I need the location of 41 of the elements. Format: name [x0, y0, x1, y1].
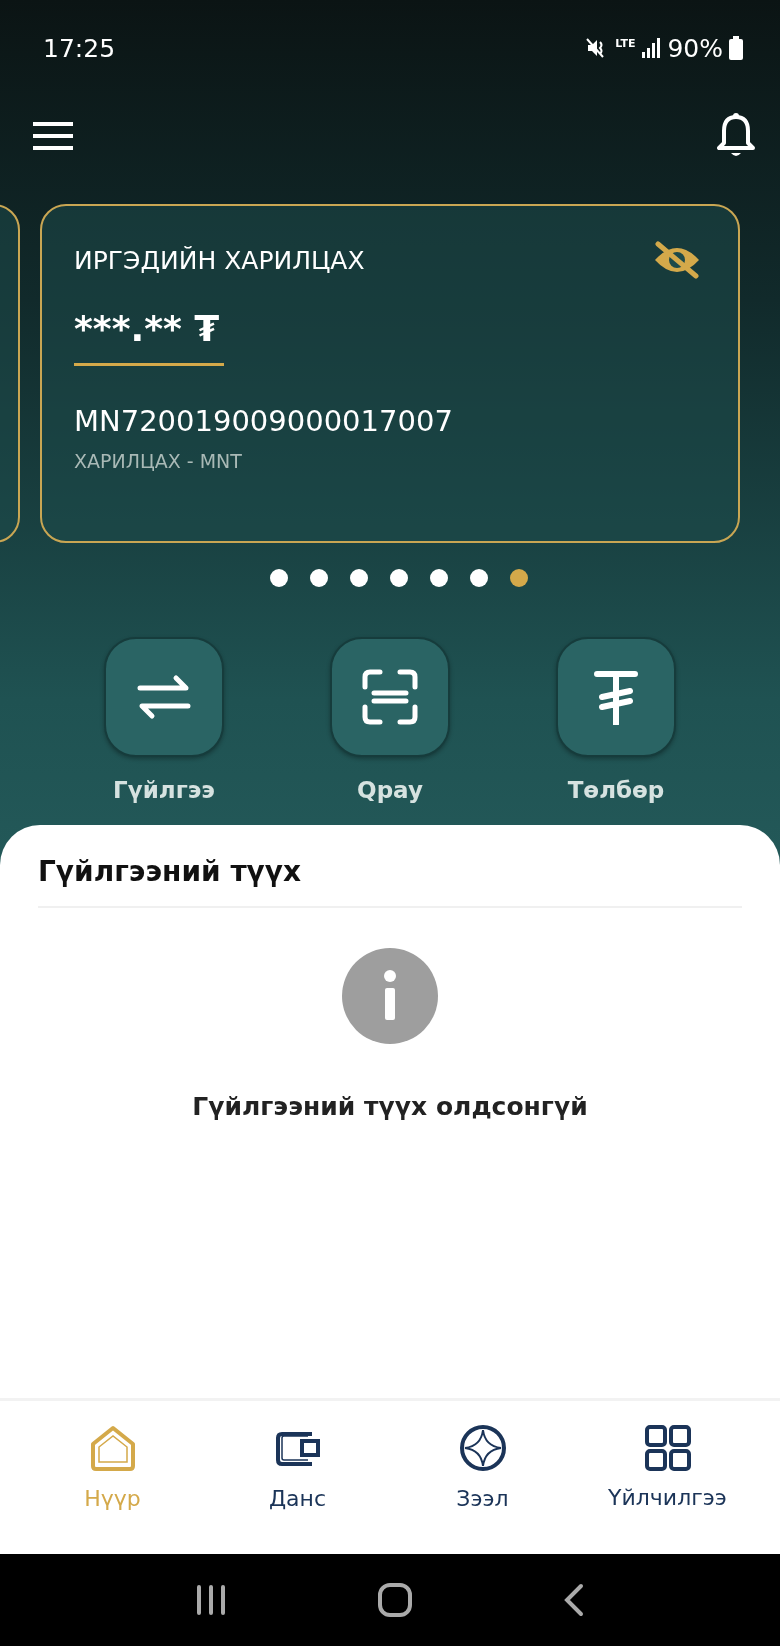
- page-dot[interactable]: [390, 569, 408, 587]
- page-dot[interactable]: [270, 569, 288, 587]
- account-card[interactable]: ИРГЭДИЙН ХАРИЛЦАХ ***.** ₮ MN720019009000017007 ХАРИЛЦАХ - MNT: [40, 204, 740, 543]
- home-icon: [88, 1424, 137, 1472]
- coin-icon: [458, 1424, 507, 1472]
- action-label: Төлбөр: [567, 777, 665, 803]
- action-button[interactable]: [556, 637, 676, 757]
- page-dot[interactable]: [430, 569, 448, 587]
- nav-tab[interactable]: Үйлчилгээ: [575, 1401, 760, 1554]
- eye-slash-icon[interactable]: [652, 240, 702, 280]
- page-dot[interactable]: [310, 569, 328, 587]
- action-button[interactable]: [104, 637, 224, 757]
- nav-tab[interactable]: Зээл: [390, 1401, 575, 1554]
- empty-message: Гүйлгээний түүх олдсонгүй: [192, 1092, 588, 1121]
- action-label: Qpay: [357, 777, 423, 803]
- battery-level: 90%: [667, 33, 723, 63]
- nav-tab[interactable]: Данс: [205, 1401, 390, 1554]
- page-dot[interactable]: [510, 569, 528, 587]
- action-label: Гүйлгээ: [113, 777, 215, 803]
- status-time: 17:25: [43, 33, 116, 63]
- info-icon: [342, 948, 438, 1044]
- home-button-icon[interactable]: [378, 1583, 412, 1617]
- page-dot[interactable]: [470, 569, 488, 587]
- action-button[interactable]: [330, 637, 450, 757]
- account-number: MN720019009000017007: [74, 404, 453, 438]
- section-title: Гүйлгээний түүх: [38, 855, 302, 888]
- menu-icon[interactable]: [33, 122, 73, 150]
- battery-icon: [729, 36, 743, 60]
- notification-bell-icon[interactable]: [717, 113, 755, 159]
- account-name: ИРГЭДИЙН ХАРИЛЦАХ: [74, 245, 365, 275]
- grid-icon: [644, 1425, 691, 1471]
- signal-icon: [641, 37, 662, 59]
- swap-arrows-icon: [136, 674, 192, 720]
- network-type: LTE: [615, 36, 636, 50]
- tugrik-icon: [594, 669, 638, 725]
- page-dot[interactable]: [350, 569, 368, 587]
- recent-apps-icon[interactable]: [196, 1585, 226, 1615]
- qr-scan-icon: [362, 669, 418, 725]
- back-icon[interactable]: [564, 1583, 584, 1617]
- account-balance: ***.** ₮: [74, 308, 220, 349]
- account-type: ХАРИЛЦАХ - MNT: [74, 450, 242, 472]
